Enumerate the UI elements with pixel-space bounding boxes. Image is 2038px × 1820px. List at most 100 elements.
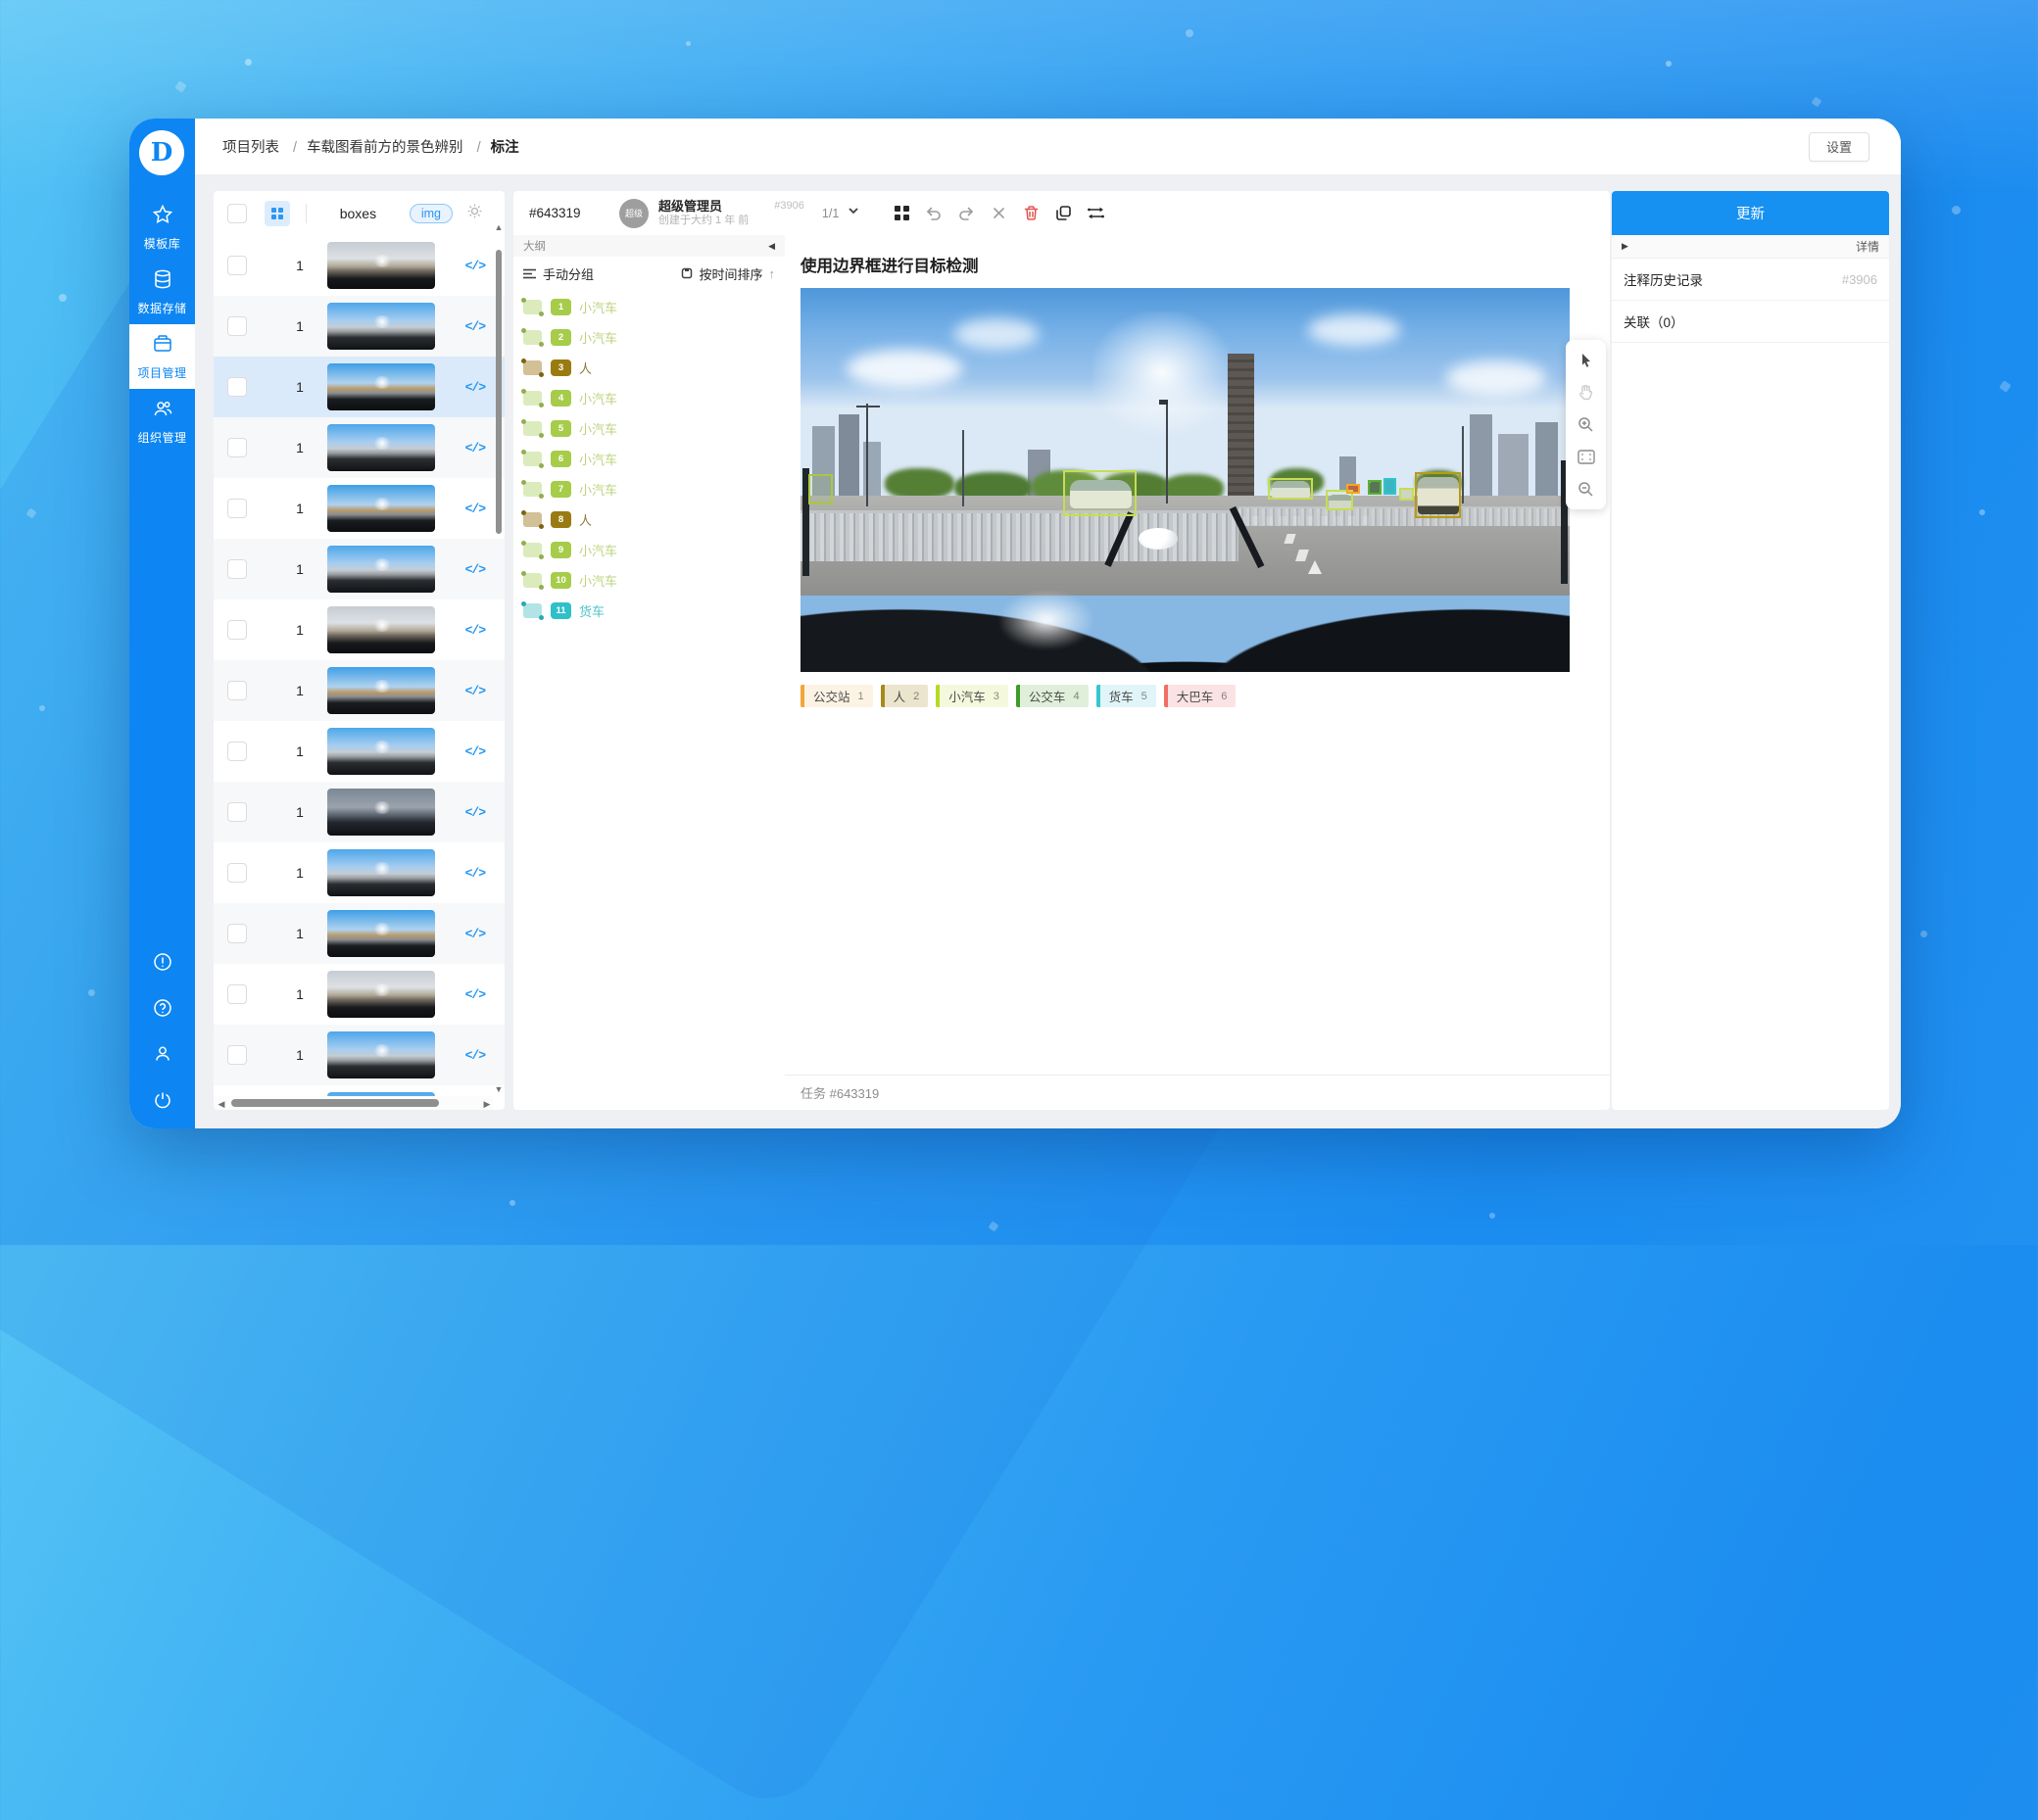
panorama-image[interactable]	[801, 288, 1570, 672]
task-row[interactable]: 1 </>	[214, 478, 505, 539]
task-row[interactable]: 1 </>	[214, 903, 505, 964]
row-thumbnail[interactable]	[327, 485, 435, 532]
code-icon[interactable]: </>	[465, 380, 485, 395]
sort-direction-arrow[interactable]: ↑	[769, 266, 776, 281]
user-icon[interactable]	[153, 1044, 172, 1069]
scroll-left-arrow[interactable]: ◀	[218, 1099, 225, 1110]
row-thumbnail[interactable]	[327, 606, 435, 653]
vertical-scrollbar[interactable]: ▲ ▼	[494, 236, 504, 1094]
bounding-box[interactable]	[1368, 480, 1382, 495]
outline-item[interactable]: 10 小汽车	[513, 565, 785, 596]
outline-item[interactable]: 7 小汽车	[513, 474, 785, 504]
breadcrumb-item[interactable]: 车载图看前方的景色辨别	[307, 140, 463, 156]
row-checkbox[interactable]	[227, 802, 247, 822]
row-thumbnail[interactable]	[327, 1031, 435, 1078]
label-tag[interactable]: 公交车 4	[1016, 685, 1089, 707]
scroll-right-arrow[interactable]: ▶	[483, 1099, 491, 1110]
scroll-down-arrow[interactable]: ▼	[494, 1084, 504, 1094]
expand-icon[interactable]: ▶	[1622, 241, 1628, 252]
task-row[interactable]: 1 </>	[214, 842, 505, 903]
code-icon[interactable]: </>	[465, 927, 485, 941]
task-row[interactable]: 1 </>	[214, 660, 505, 721]
close-icon[interactable]	[987, 202, 1010, 225]
row-checkbox[interactable]	[227, 681, 247, 700]
code-icon[interactable]: </>	[465, 866, 485, 881]
row-thumbnail[interactable]	[327, 363, 435, 410]
avatar[interactable]: 超级	[619, 199, 649, 228]
update-button[interactable]: 更新	[1612, 191, 1889, 235]
row-thumbnail[interactable]	[327, 789, 435, 836]
collapse-icon[interactable]: ◀	[768, 241, 775, 252]
zoom-in-icon[interactable]	[1566, 408, 1606, 441]
outline-item[interactable]: 4 小汽车	[513, 383, 785, 413]
outline-item[interactable]: 5 小汽车	[513, 413, 785, 444]
row-checkbox[interactable]	[227, 620, 247, 640]
outline-item[interactable]: 6 小汽车	[513, 444, 785, 474]
scroll-up-arrow[interactable]: ▲	[494, 222, 504, 232]
sort-control[interactable]: 按时间排序 ↑	[681, 264, 775, 283]
task-row[interactable]: 1 </>	[214, 721, 505, 782]
bounding-box[interactable]	[808, 474, 833, 504]
sidebar-item-database[interactable]: 数据存储	[129, 260, 195, 324]
task-row[interactable]: 1 </>	[214, 964, 505, 1025]
task-row[interactable]: 1 </>	[214, 235, 505, 296]
task-row[interactable]: 1 </>	[214, 782, 505, 842]
help-icon[interactable]	[153, 998, 172, 1023]
row-thumbnail[interactable]	[327, 667, 435, 714]
row-thumbnail[interactable]	[327, 849, 435, 896]
task-row[interactable]: 1 </>	[214, 357, 505, 417]
bounding-box[interactable]	[1346, 484, 1361, 494]
row-checkbox[interactable]	[227, 742, 247, 761]
row-thumbnail[interactable]	[327, 424, 435, 471]
row-thumbnail[interactable]	[327, 728, 435, 775]
group-by-control[interactable]: 手动分组	[523, 264, 594, 283]
gear-icon[interactable]	[466, 203, 483, 224]
code-icon[interactable]: </>	[465, 259, 485, 273]
info-icon[interactable]	[153, 952, 172, 977]
logout-icon[interactable]	[153, 1090, 172, 1115]
label-tag[interactable]: 人 2	[881, 685, 929, 707]
relations-row[interactable]: 关联（0）	[1612, 301, 1889, 343]
row-thumbnail[interactable]	[327, 546, 435, 593]
settings-button[interactable]: 设置	[1809, 132, 1869, 162]
row-checkbox[interactable]	[227, 438, 247, 457]
grid-view-icon[interactable]	[890, 202, 913, 225]
select-tool-icon[interactable]	[1566, 344, 1606, 376]
row-checkbox[interactable]	[227, 256, 247, 275]
outline-item[interactable]: 8 人	[513, 504, 785, 535]
delete-icon[interactable]	[1019, 202, 1043, 225]
row-thumbnail[interactable]	[327, 910, 435, 957]
outline-item[interactable]: 11 货车	[513, 596, 785, 626]
outline-item[interactable]: 1 小汽车	[513, 292, 785, 322]
fit-screen-icon[interactable]	[1566, 441, 1606, 473]
task-row[interactable]: 1 </>	[214, 296, 505, 357]
row-checkbox[interactable]	[227, 1045, 247, 1065]
row-checkbox[interactable]	[227, 559, 247, 579]
task-row[interactable]: 1 </>	[214, 539, 505, 599]
bounding-box[interactable]	[1063, 470, 1137, 516]
grid-view-icon[interactable]	[265, 201, 290, 226]
code-icon[interactable]: </>	[465, 987, 485, 1002]
code-icon[interactable]: </>	[465, 623, 485, 638]
bounding-box[interactable]	[1268, 478, 1313, 500]
breadcrumb-item[interactable]: 项目列表	[222, 140, 279, 156]
label-tag[interactable]: 小汽车 3	[936, 685, 1008, 707]
bounding-box[interactable]	[1399, 488, 1414, 501]
scrollbar-thumb[interactable]	[231, 1099, 439, 1107]
row-checkbox[interactable]	[227, 863, 247, 883]
type-badge[interactable]: img	[410, 204, 453, 223]
row-thumbnail[interactable]	[327, 242, 435, 289]
row-checkbox[interactable]	[227, 924, 247, 943]
row-thumbnail[interactable]	[327, 971, 435, 1018]
annotation-history-row[interactable]: 注释历史记录 #3906	[1612, 259, 1889, 301]
undo-icon[interactable]	[922, 202, 946, 225]
duplicate-icon[interactable]	[1051, 202, 1075, 225]
row-checkbox[interactable]	[227, 316, 247, 336]
code-icon[interactable]: </>	[465, 562, 485, 577]
task-row[interactable]: 1 </>	[214, 417, 505, 478]
label-tag[interactable]: 货车 5	[1096, 685, 1156, 707]
outline-item[interactable]: 3 人	[513, 353, 785, 383]
row-thumbnail[interactable]	[327, 303, 435, 350]
redo-icon[interactable]	[954, 202, 978, 225]
bounding-box[interactable]	[1415, 472, 1461, 518]
